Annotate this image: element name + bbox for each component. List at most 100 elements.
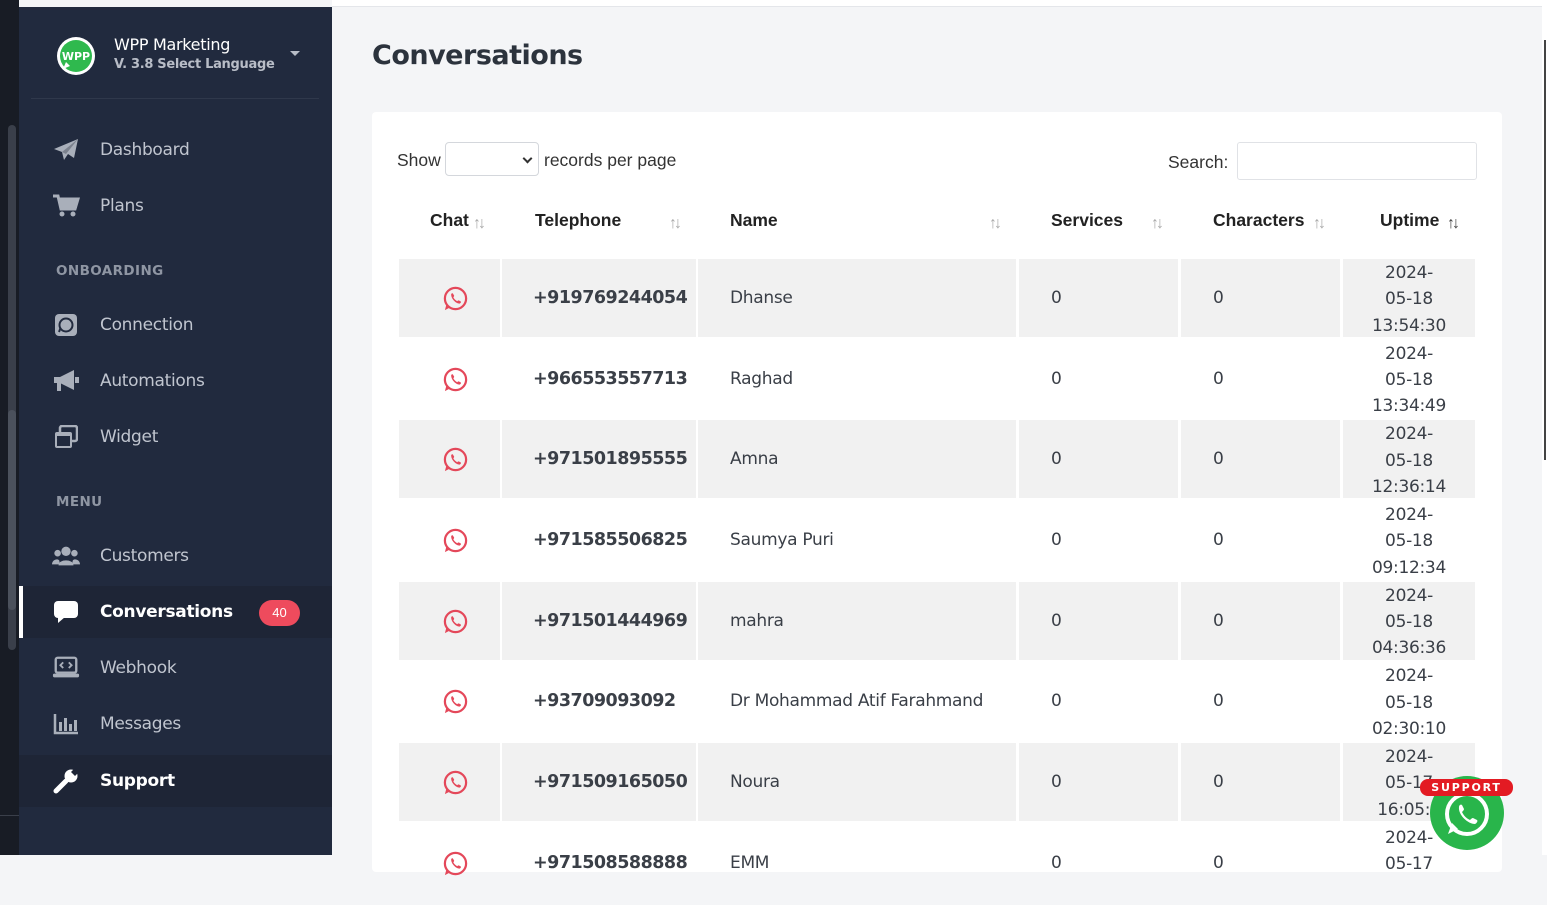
uptime-line: 2024- bbox=[1385, 747, 1433, 768]
telephone-value: +93709093092 bbox=[533, 691, 676, 712]
sidebar-item-widget[interactable]: Widget bbox=[19, 411, 332, 463]
whatsapp-chat-icon[interactable] bbox=[442, 769, 469, 796]
uptime-line: 05-18 bbox=[1385, 692, 1433, 713]
uptime-cell: 2024- 05-18 13:54:30 bbox=[1343, 259, 1475, 337]
telephone-cell: +971509165050 bbox=[502, 743, 696, 822]
name-cell: Amna bbox=[698, 420, 1016, 499]
sidebar-item-support[interactable]: Support bbox=[19, 755, 332, 807]
uptime-value: 2024- 05-18 13:54:30 bbox=[1343, 260, 1475, 339]
sidebar-item-label: Connection bbox=[100, 315, 194, 335]
whatsapp-support-widget[interactable]: SUPPORT bbox=[1420, 776, 1515, 855]
brand-header[interactable]: WPP WPP Marketing V. 3.8 Select Language bbox=[31, 7, 319, 99]
whatsapp-chat-icon[interactable] bbox=[442, 285, 469, 312]
chevron-down-icon[interactable] bbox=[290, 51, 300, 56]
uptime-cell: 2024- 05-18 12:36:14 bbox=[1343, 420, 1475, 499]
column-header-name[interactable]: Name bbox=[730, 210, 778, 231]
brand-title: WPP Marketing bbox=[114, 35, 231, 54]
search-input[interactable] bbox=[1237, 142, 1477, 180]
language-selector[interactable]: V. 3.8 Select Language bbox=[114, 57, 275, 72]
characters-cell: 0 bbox=[1181, 743, 1340, 822]
telephone-value: +971501895555 bbox=[533, 449, 688, 470]
characters-cell: 0 bbox=[1181, 259, 1340, 337]
count-badge: 40 bbox=[259, 600, 300, 626]
whatsapp-chat-icon[interactable] bbox=[442, 527, 469, 554]
page-scrollbar-thumb[interactable] bbox=[1544, 40, 1546, 460]
whatsapp-square-icon bbox=[52, 312, 80, 338]
uptime-line: 04:36:36 bbox=[1372, 638, 1446, 659]
services-value: 0 bbox=[1051, 288, 1062, 308]
uptime-line: 05-18 bbox=[1385, 369, 1433, 390]
sort-icon[interactable]: ↑↓ bbox=[1313, 215, 1326, 233]
table-row: +971509165050 Noura 0 0 2024- 05-17 16:05:5 bbox=[399, 743, 1476, 824]
uptime-cell: 2024- 05-18 04:36:36 bbox=[1343, 581, 1475, 660]
records-per-page-select[interactable] bbox=[445, 142, 539, 176]
services-value: 0 bbox=[1051, 449, 1062, 470]
whatsapp-chat-icon[interactable] bbox=[442, 850, 469, 877]
sort-icon[interactable]: ↑↓ bbox=[989, 215, 1002, 233]
sort-icon[interactable]: ↑↓ bbox=[1447, 215, 1460, 233]
sidebar-item-dashboard[interactable]: Dashboard bbox=[19, 124, 332, 176]
services-cell: 0 bbox=[1019, 743, 1178, 822]
sidebar: WPP WPP Marketing V. 3.8 Select Language… bbox=[19, 7, 332, 855]
name-cell: Dhanse bbox=[698, 259, 1016, 337]
table-row: +93709093092 Dr Mohammad Atif Farahmand 0 0… bbox=[399, 662, 1476, 743]
uptime-cell: 2024- 05-18 02:30:10 bbox=[1343, 662, 1475, 740]
chat-cell bbox=[399, 824, 500, 902]
chat-cell bbox=[399, 501, 500, 579]
sidebar-item-connection[interactable]: Connection bbox=[19, 299, 332, 351]
sidebar-item-plans[interactable]: Plans bbox=[19, 180, 332, 232]
characters-value: 0 bbox=[1213, 691, 1224, 712]
sort-icon[interactable]: ↑↓ bbox=[473, 215, 486, 233]
telephone-cell: +971585506825 bbox=[502, 501, 696, 579]
sidebar-item-messages[interactable]: Messages bbox=[19, 698, 332, 750]
table-header: Chat ↑↓ Telephone ↑↓ Name ↑↓ Services ↑↓… bbox=[399, 195, 1476, 255]
name-cell: Raghad bbox=[698, 340, 1016, 418]
column-header-uptime[interactable]: Uptime bbox=[1380, 210, 1439, 231]
sort-icon[interactable]: ↑↓ bbox=[1151, 215, 1164, 233]
characters-value: 0 bbox=[1213, 288, 1224, 308]
characters-value: 0 bbox=[1213, 449, 1224, 470]
page-scrollbar[interactable] bbox=[1542, 0, 1547, 855]
sort-icon[interactable]: ↑↓ bbox=[669, 215, 682, 233]
telephone-cell: +971501895555 bbox=[502, 420, 696, 499]
outer-scrollbar-thumb[interactable] bbox=[8, 410, 16, 610]
services-cell: 0 bbox=[1019, 420, 1178, 499]
characters-value: 0 bbox=[1213, 610, 1224, 631]
name-value: mahra bbox=[730, 610, 784, 631]
sidebar-item-label: Dashboard bbox=[100, 140, 190, 160]
uptime-line: 05-17 bbox=[1385, 854, 1433, 875]
characters-value: 0 bbox=[1213, 772, 1224, 793]
uptime-line: 2024- bbox=[1385, 424, 1433, 445]
name-cell: Saumya Puri bbox=[698, 501, 1016, 579]
whatsapp-chat-icon[interactable] bbox=[442, 608, 469, 635]
main-content: Conversations Show records per page Sear… bbox=[332, 7, 1547, 876]
whatsapp-chat-icon[interactable] bbox=[442, 688, 469, 715]
sidebar-item-automations[interactable]: Automations bbox=[19, 355, 332, 407]
show-label: Show bbox=[397, 150, 441, 170]
sidebar-item-webhook[interactable]: Webhook bbox=[19, 642, 332, 694]
sidebar-item-conversations[interactable]: Conversations 40 bbox=[19, 586, 332, 638]
uptime-value: 2024- 05-18 13:34:49 bbox=[1343, 341, 1475, 420]
support-tag: SUPPORT bbox=[1420, 779, 1513, 796]
shopping-cart-icon bbox=[52, 193, 80, 219]
whatsapp-chat-icon[interactable] bbox=[442, 366, 469, 393]
telephone-value: +966553557713 bbox=[533, 368, 688, 389]
uptime-line: 05-18 bbox=[1385, 289, 1433, 310]
column-header-chat[interactable]: Chat bbox=[430, 210, 469, 231]
column-header-services[interactable]: Services bbox=[1051, 210, 1123, 231]
characters-cell: 0 bbox=[1181, 501, 1340, 579]
telephone-cell: +971508588888 bbox=[502, 824, 696, 902]
sidebar-item-customers[interactable]: Customers bbox=[19, 530, 332, 582]
characters-value: 0 bbox=[1213, 852, 1224, 873]
sidebar-item-label: Messages bbox=[100, 714, 181, 734]
column-header-telephone[interactable]: Telephone bbox=[535, 210, 621, 231]
chat-cell bbox=[399, 743, 500, 822]
logo-text: WPP bbox=[62, 50, 90, 63]
whatsapp-chat-icon[interactable] bbox=[442, 446, 469, 473]
window-restore-icon bbox=[52, 424, 80, 450]
column-header-characters[interactable]: Characters bbox=[1213, 210, 1304, 231]
telephone-cell: +919769244054 bbox=[502, 259, 696, 337]
name-value: Amna bbox=[730, 449, 779, 470]
uptime-cell: 2024- 05-18 13:34:49 bbox=[1343, 340, 1475, 418]
services-value: 0 bbox=[1051, 691, 1062, 712]
